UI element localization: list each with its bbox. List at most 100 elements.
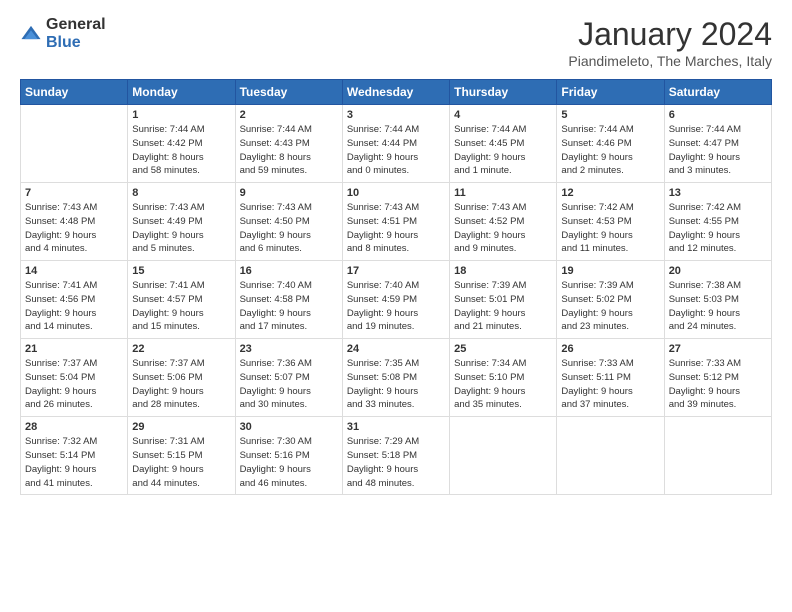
day-cell (21, 105, 128, 183)
day-cell: 22Sunrise: 7:37 AM Sunset: 5:06 PM Dayli… (128, 339, 235, 417)
day-info: Sunrise: 7:42 AM Sunset: 4:53 PM Dayligh… (561, 201, 659, 256)
day-cell: 29 Sunrise: 7:31 AM Sunset: 5:15 PM Dayli… (128, 417, 235, 495)
day-cell: 3Sunrise: 7:44 AM Sunset: 4:44 PM Daylig… (342, 105, 449, 183)
col-saturday: Saturday (664, 80, 771, 105)
day-number: 22 (132, 343, 230, 355)
day-number: 23 (240, 343, 338, 355)
day-cell: 12 Sunrise: 7:42 AM Sunset: 4:53 PM Dayli… (557, 183, 664, 261)
day-cell: 11Sunrise: 7:43 AM Sunset: 4:52 PM Dayli… (450, 183, 557, 261)
day-info: Sunrise: 7:38 AM Sunset: 5:03 PM Dayligh… (669, 279, 767, 334)
day-number: 15 (132, 265, 230, 277)
day-info: Sunrise: 7:44 AM Sunset: 4:42 PM Dayligh… (132, 123, 230, 178)
day-info: Sunrise: 7:44 AM Sunset: 4:43 PM Dayligh… (240, 123, 338, 178)
week-row-1: 1 Sunrise: 7:44 AM Sunset: 4:42 PM Daylig… (21, 105, 772, 183)
day-number: 1 (132, 109, 230, 121)
day-number: 7 (25, 187, 123, 199)
day-cell: 5 Sunrise: 7:44 AM Sunset: 4:46 PM Daylig… (557, 105, 664, 183)
day-cell (450, 417, 557, 495)
day-cell (664, 417, 771, 495)
day-cell: 19 Sunrise: 7:39 AM Sunset: 5:02 PM Dayli… (557, 261, 664, 339)
day-number: 30 (240, 421, 338, 433)
logo: General Blue (20, 16, 106, 51)
header-row: Sunday Monday Tuesday Wednesday Thursday… (21, 80, 772, 105)
day-cell: 18Sunrise: 7:39 AM Sunset: 5:01 PM Dayli… (450, 261, 557, 339)
day-info: Sunrise: 7:39 AM Sunset: 5:02 PM Dayligh… (561, 279, 659, 334)
day-info: Sunrise: 7:44 AM Sunset: 4:45 PM Dayligh… (454, 123, 552, 178)
day-cell: 30 Sunrise: 7:30 AM Sunset: 5:16 PM Dayli… (235, 417, 342, 495)
day-info: Sunrise: 7:35 AM Sunset: 5:08 PM Dayligh… (347, 357, 445, 412)
day-number: 28 (25, 421, 123, 433)
week-row-2: 7Sunrise: 7:43 AM Sunset: 4:48 PM Daylig… (21, 183, 772, 261)
day-info: Sunrise: 7:40 AM Sunset: 4:59 PM Dayligh… (347, 279, 445, 334)
day-cell: 7Sunrise: 7:43 AM Sunset: 4:48 PM Daylig… (21, 183, 128, 261)
day-number: 11 (454, 187, 552, 199)
day-cell: 31Sunrise: 7:29 AM Sunset: 5:18 PM Dayli… (342, 417, 449, 495)
day-info: Sunrise: 7:37 AM Sunset: 5:04 PM Dayligh… (25, 357, 123, 412)
day-cell: 26 Sunrise: 7:33 AM Sunset: 5:11 PM Dayli… (557, 339, 664, 417)
day-cell: 6Sunrise: 7:44 AM Sunset: 4:47 PM Daylig… (664, 105, 771, 183)
day-cell: 9Sunrise: 7:43 AM Sunset: 4:50 PM Daylig… (235, 183, 342, 261)
location: Piandimeleto, The Marches, Italy (568, 53, 772, 69)
day-cell: 27 Sunrise: 7:33 AM Sunset: 5:12 PM Dayli… (664, 339, 771, 417)
day-info: Sunrise: 7:40 AM Sunset: 4:58 PM Dayligh… (240, 279, 338, 334)
week-row-3: 14 Sunrise: 7:41 AM Sunset: 4:56 PM Dayli… (21, 261, 772, 339)
day-number: 14 (25, 265, 123, 277)
col-monday: Monday (128, 80, 235, 105)
day-number: 18 (454, 265, 552, 277)
day-number: 29 (132, 421, 230, 433)
logo-blue: Blue (46, 34, 106, 52)
day-info: Sunrise: 7:34 AM Sunset: 5:10 PM Dayligh… (454, 357, 552, 412)
week-row-5: 28Sunrise: 7:32 AM Sunset: 5:14 PM Dayli… (21, 417, 772, 495)
day-cell: 21 Sunrise: 7:37 AM Sunset: 5:04 PM Dayli… (21, 339, 128, 417)
week-row-4: 21 Sunrise: 7:37 AM Sunset: 5:04 PM Dayli… (21, 339, 772, 417)
col-friday: Friday (557, 80, 664, 105)
day-info: Sunrise: 7:44 AM Sunset: 4:46 PM Dayligh… (561, 123, 659, 178)
day-info: Sunrise: 7:33 AM Sunset: 5:12 PM Dayligh… (669, 357, 767, 412)
day-info: Sunrise: 7:41 AM Sunset: 4:56 PM Dayligh… (25, 279, 123, 334)
day-cell: 8 Sunrise: 7:43 AM Sunset: 4:49 PM Daylig… (128, 183, 235, 261)
day-info: Sunrise: 7:31 AM Sunset: 5:15 PM Dayligh… (132, 435, 230, 490)
day-number: 26 (561, 343, 659, 355)
day-cell: 4 Sunrise: 7:44 AM Sunset: 4:45 PM Daylig… (450, 105, 557, 183)
day-number: 25 (454, 343, 552, 355)
day-cell: 16 Sunrise: 7:40 AM Sunset: 4:58 PM Dayli… (235, 261, 342, 339)
day-cell: 1 Sunrise: 7:44 AM Sunset: 4:42 PM Daylig… (128, 105, 235, 183)
day-info: Sunrise: 7:30 AM Sunset: 5:16 PM Dayligh… (240, 435, 338, 490)
day-number: 17 (347, 265, 445, 277)
calendar-body: 1 Sunrise: 7:44 AM Sunset: 4:42 PM Daylig… (21, 105, 772, 495)
logo-icon (20, 23, 42, 45)
day-number: 5 (561, 109, 659, 121)
day-number: 16 (240, 265, 338, 277)
day-number: 19 (561, 265, 659, 277)
page: General Blue January 2024 Piandimeleto, … (0, 0, 792, 612)
day-number: 9 (240, 187, 338, 199)
day-number: 8 (132, 187, 230, 199)
title-area: January 2024 Piandimeleto, The Marches, … (568, 16, 772, 69)
day-info: Sunrise: 7:43 AM Sunset: 4:49 PM Dayligh… (132, 201, 230, 256)
day-cell: 17 Sunrise: 7:40 AM Sunset: 4:59 PM Dayli… (342, 261, 449, 339)
col-sunday: Sunday (21, 80, 128, 105)
day-number: 21 (25, 343, 123, 355)
day-cell: 2 Sunrise: 7:44 AM Sunset: 4:43 PM Daylig… (235, 105, 342, 183)
day-number: 12 (561, 187, 659, 199)
day-info: Sunrise: 7:43 AM Sunset: 4:51 PM Dayligh… (347, 201, 445, 256)
day-number: 31 (347, 421, 445, 433)
day-number: 6 (669, 109, 767, 121)
col-tuesday: Tuesday (235, 80, 342, 105)
calendar: Sunday Monday Tuesday Wednesday Thursday… (20, 79, 772, 495)
day-cell: 25 Sunrise: 7:34 AM Sunset: 5:10 PM Dayli… (450, 339, 557, 417)
day-number: 24 (347, 343, 445, 355)
calendar-header: Sunday Monday Tuesday Wednesday Thursday… (21, 80, 772, 105)
day-cell: 28Sunrise: 7:32 AM Sunset: 5:14 PM Dayli… (21, 417, 128, 495)
day-info: Sunrise: 7:36 AM Sunset: 5:07 PM Dayligh… (240, 357, 338, 412)
day-cell: 24 Sunrise: 7:35 AM Sunset: 5:08 PM Dayli… (342, 339, 449, 417)
day-number: 3 (347, 109, 445, 121)
day-number: 20 (669, 265, 767, 277)
day-number: 4 (454, 109, 552, 121)
col-wednesday: Wednesday (342, 80, 449, 105)
day-number: 27 (669, 343, 767, 355)
month-title: January 2024 (568, 16, 772, 53)
day-info: Sunrise: 7:42 AM Sunset: 4:55 PM Dayligh… (669, 201, 767, 256)
day-number: 2 (240, 109, 338, 121)
day-info: Sunrise: 7:33 AM Sunset: 5:11 PM Dayligh… (561, 357, 659, 412)
